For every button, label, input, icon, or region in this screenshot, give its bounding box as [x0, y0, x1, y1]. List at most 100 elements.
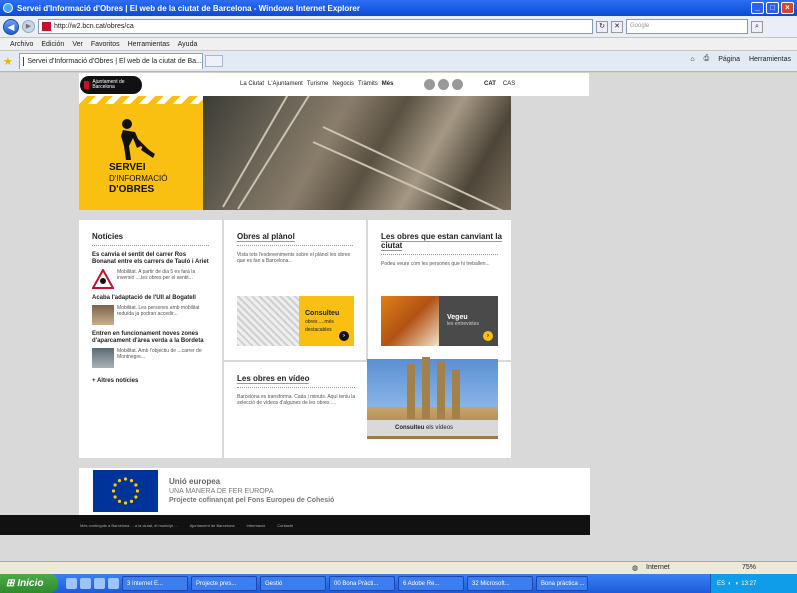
- stop-icon[interactable]: ✕: [611, 20, 623, 33]
- nav-turisme[interactable]: Turisme: [307, 81, 328, 87]
- minimize-icon[interactable]: _: [751, 2, 764, 14]
- taskbar-item[interactable]: 00 Bona Pràcti...: [329, 576, 395, 591]
- window-title: Servei d'Informació d'Obres | El web de …: [17, 3, 360, 13]
- map-panel: Obres al plànol Vista tots l'esdevenimen…: [224, 220, 366, 360]
- language-indicator[interactable]: ES: [717, 581, 725, 587]
- news-item-title[interactable]: Acaba l'adaptació de l'Ull al Bogatell: [92, 295, 209, 302]
- quicklaunch-icon[interactable]: [108, 578, 119, 589]
- menu-bar: Archivo Edición Ver Favoritos Herramient…: [0, 38, 797, 51]
- eu-slogan: UNA MANERA DE FER EUROPA: [169, 488, 274, 495]
- tab-bar: ★ Servei d'Informació d'Obres | El web d…: [0, 51, 797, 72]
- more-news-link[interactable]: + Altres notícies: [92, 378, 222, 384]
- menu-archivo[interactable]: Archivo: [10, 41, 33, 48]
- site-header: Ajuntament de Barcelona La Ciutat L'Ajun…: [79, 73, 589, 96]
- site-favicon-icon: [42, 22, 51, 31]
- search-icon[interactable]: ⌕: [751, 20, 763, 33]
- eu-flag-icon: [93, 470, 158, 512]
- globe-icon: ◍: [632, 565, 639, 572]
- news-item-title[interactable]: Es canvia el sentit del carrer Ros Bonan…: [92, 252, 209, 266]
- footer-link-info[interactable]: Informació: [247, 523, 266, 528]
- ie-logo-icon: [3, 3, 13, 13]
- video-description: Barcelona es transforma. Cada i minuts. …: [237, 394, 356, 406]
- news-item-title[interactable]: Entren en funcionament noves zones d'apa…: [92, 331, 209, 345]
- new-tab-button[interactable]: [204, 55, 223, 67]
- nav-negocis[interactable]: Negocis: [332, 81, 354, 87]
- menu-ver[interactable]: Ver: [72, 41, 83, 48]
- status-bar: ◍ Internet 75%: [0, 561, 797, 574]
- news-thumbnail: [92, 348, 114, 368]
- tray-icon[interactable]: ◐: [728, 581, 732, 587]
- window-controls: _ □ ×: [751, 2, 794, 14]
- videos-cta[interactable]: Consulteu els vídeos: [367, 420, 498, 436]
- menu-favoritos[interactable]: Favoritos: [91, 41, 120, 48]
- interviews-banner[interactable]: Vegeu les entrevistes ›: [381, 296, 498, 346]
- sagrada-familia-photo[interactable]: Consulteu els vídeos: [367, 357, 498, 439]
- address-bar[interactable]: http://w2.bcn.cat/obres/ca: [38, 19, 593, 34]
- site-nav: La Ciutat L'Ajuntament Turisme Negocis T…: [240, 81, 393, 87]
- taskbar-item[interactable]: 3 Internet E...: [122, 576, 188, 591]
- map-title: Obres al plànol: [237, 232, 295, 242]
- start-button[interactable]: ⊞ Inicio: [0, 574, 58, 593]
- map-thumbnail[interactable]: Consulteu obres ....més destacables ›: [237, 296, 354, 346]
- taskbar-item[interactable]: 32 Microsoft...: [467, 576, 533, 591]
- page-viewport: Ajuntament de Barcelona La Ciutat L'Ajun…: [0, 73, 797, 561]
- hero-banner: SERVEI D'INFORMACIÓ D'OBRES: [79, 96, 203, 210]
- menu-ayuda[interactable]: Ayuda: [178, 41, 198, 48]
- lang-cat[interactable]: CAT: [484, 81, 496, 87]
- system-tray: ES ◐ ◑ 13:27: [710, 574, 797, 593]
- map-cta[interactable]: Consulteu obres ....més destacables ›: [299, 296, 354, 346]
- close-icon[interactable]: ×: [781, 2, 794, 14]
- taskbar-item[interactable]: Gestió: [260, 576, 326, 591]
- facebook-icon[interactable]: [424, 79, 435, 90]
- hero-title: SERVEI D'INFORMACIÓ D'OBRES: [109, 162, 168, 195]
- home-icon[interactable]: ⌂: [690, 56, 694, 63]
- footer-link-ajuntament[interactable]: Ajuntament de Barcelona: [190, 523, 235, 528]
- quicklaunch-icon[interactable]: [66, 578, 77, 589]
- footer-link-contact[interactable]: Contacte: [277, 523, 293, 528]
- security-zone: Internet: [646, 564, 670, 571]
- eu-title: Unió europea: [169, 477, 221, 486]
- forward-button[interactable]: ▶: [22, 20, 35, 33]
- page-menu[interactable]: Página: [718, 56, 740, 63]
- search-input[interactable]: Google: [626, 19, 748, 34]
- print-icon[interactable]: ⎙: [704, 55, 710, 63]
- quicklaunch-icon[interactable]: [94, 578, 105, 589]
- address-url: http://w2.bcn.cat/obres/ca: [54, 23, 134, 30]
- taskbar-item[interactable]: 6 Adobe Re...: [398, 576, 464, 591]
- ajuntament-logo[interactable]: Ajuntament de Barcelona: [80, 75, 142, 94]
- interviews-cta[interactable]: Vegeu les entrevistes ›: [439, 296, 498, 346]
- taskbar: ⊞ Inicio 3 Internet E... Projecte pres..…: [0, 574, 797, 593]
- twitter-icon[interactable]: [438, 79, 449, 90]
- arrow-right-icon: ›: [339, 331, 349, 341]
- language-switcher: CAT CAS: [484, 81, 515, 87]
- tab-active[interactable]: Servei d'Informació d'Obres | El web de …: [18, 53, 203, 69]
- lang-cas[interactable]: CAS: [503, 81, 515, 87]
- back-button[interactable]: ◀: [3, 18, 19, 35]
- nav-ciutat[interactable]: La Ciutat: [240, 81, 264, 87]
- menu-herramientas[interactable]: Herramientas: [128, 41, 170, 48]
- favorites-star-icon[interactable]: ★: [3, 55, 13, 68]
- maximize-icon[interactable]: □: [766, 2, 779, 14]
- construction-worker-icon: [121, 119, 155, 160]
- taskbar-item[interactable]: Projecte pres...: [191, 576, 257, 591]
- nav-mes[interactable]: Més: [382, 81, 394, 87]
- youtube-icon[interactable]: [452, 79, 463, 90]
- taskbar-item[interactable]: Bona pràctica ...: [536, 576, 588, 591]
- quick-launch: [66, 578, 119, 589]
- window-titlebar: Servei d'Informació d'Obres | El web de …: [0, 0, 797, 16]
- nav-tramits[interactable]: Tràmits: [358, 81, 378, 87]
- social-links: [424, 79, 463, 90]
- people-panel: Les obres que estan canviant la ciutat P…: [368, 220, 511, 360]
- zoom-level[interactable]: 75%: [742, 564, 756, 571]
- people-description: Podeu veure com les persones que hi treb…: [381, 261, 490, 267]
- tab-favicon-icon: [22, 57, 25, 66]
- nav-ajuntament[interactable]: L'Ajuntament: [268, 81, 303, 87]
- people-title: Les obres que estan canviant la ciutat: [381, 232, 502, 251]
- menu-edicion[interactable]: Edición: [41, 41, 64, 48]
- quicklaunch-icon[interactable]: [80, 578, 91, 589]
- refresh-icon[interactable]: ↻: [596, 20, 608, 33]
- footer-text: Més continguts a Barcelona ... a la ciut…: [80, 522, 178, 528]
- tray-icon[interactable]: ◑: [735, 581, 739, 587]
- tools-menu[interactable]: Herramientas: [749, 56, 791, 63]
- list-item: Mobilitat. A partir de dia 5 es farà la …: [92, 269, 209, 289]
